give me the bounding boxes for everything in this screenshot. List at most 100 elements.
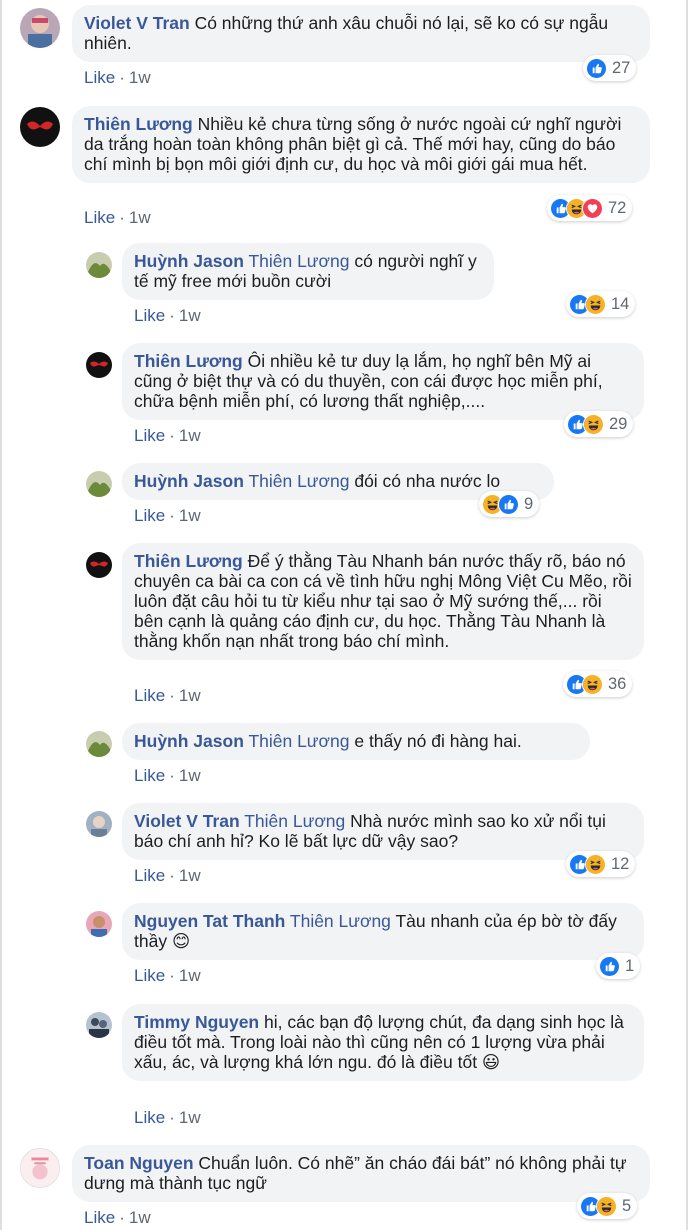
avatar-thien[interactable] bbox=[86, 352, 112, 378]
comment-actions: Like · 1w bbox=[134, 426, 201, 445]
reaction-summary[interactable]: 1 bbox=[596, 953, 641, 979]
reaction-count: 12 bbox=[611, 854, 630, 873]
like-button[interactable]: Like bbox=[84, 68, 115, 87]
reaction-summary[interactable]: 36 bbox=[563, 671, 633, 697]
haha-reaction-icon bbox=[585, 853, 606, 875]
haha-reaction-icon bbox=[585, 293, 606, 315]
like-button[interactable]: Like bbox=[84, 208, 115, 227]
comment-author[interactable]: Thiên Lương bbox=[84, 114, 193, 134]
reply-bubble: Timmy Nguyen hi, các bạn độ lượng chút, … bbox=[122, 1004, 644, 1081]
comment-thread: Violet V Tran Có những thứ anh xâu chuỗi… bbox=[0, 0, 688, 1230]
reaction-summary[interactable]: 27 bbox=[583, 55, 637, 81]
comment-actions: Like · 1w bbox=[134, 1108, 201, 1127]
comment-actions: Like · 1w bbox=[84, 68, 151, 87]
comment-actions: Like · 1w bbox=[134, 686, 201, 705]
comment-actions: Like · 1w bbox=[84, 1208, 151, 1227]
comment-time[interactable]: 1w bbox=[129, 1208, 151, 1227]
haha-reaction-icon bbox=[596, 1195, 617, 1217]
comment-author[interactable]: Violet V Tran bbox=[84, 13, 190, 33]
reply-bubble: Thiên Lương Ôi nhiều kẻ tư duy lạ lắm, h… bbox=[122, 343, 644, 420]
comment-author[interactable]: Huỳnh Jason bbox=[134, 251, 244, 271]
comment-time[interactable]: 1w bbox=[179, 766, 201, 785]
like-reaction-icon bbox=[586, 57, 607, 79]
reaction-summary[interactable]: 5 bbox=[577, 1193, 638, 1219]
reaction-summary[interactable]: 12 bbox=[566, 851, 636, 877]
like-button[interactable]: Like bbox=[134, 866, 165, 885]
comment-actions: Like · 1w bbox=[134, 506, 201, 525]
comment-actions: Like · 1w bbox=[134, 306, 201, 325]
avatar-huynh[interactable] bbox=[86, 731, 112, 757]
mention-link[interactable]: Thiên Lương bbox=[244, 811, 345, 831]
like-button[interactable]: Like bbox=[84, 1208, 115, 1227]
reaction-count: 9 bbox=[524, 494, 534, 513]
comment-author[interactable]: Nguyen Tat Thanh bbox=[134, 911, 285, 931]
reaction-count: 29 bbox=[609, 414, 628, 433]
reaction-count: 5 bbox=[622, 1196, 632, 1215]
comment-author[interactable]: Timmy Nguyen bbox=[134, 1012, 259, 1032]
reaction-count: 72 bbox=[608, 198, 627, 217]
reaction-summary[interactable]: 72 bbox=[547, 195, 633, 221]
like-reaction-icon bbox=[599, 955, 620, 977]
avatar-huynh[interactable] bbox=[86, 252, 112, 278]
avatar-violet[interactable] bbox=[86, 811, 112, 837]
mention-link[interactable]: Thiên Lương bbox=[290, 911, 391, 931]
comment-bubble: Toan Nguyen Chuẩn luôn. Có nhẽ” ăn cháo … bbox=[72, 1145, 650, 1202]
comment-actions: Like · 1w bbox=[134, 766, 201, 785]
comment-time[interactable]: 1w bbox=[179, 1108, 201, 1127]
comment-author[interactable]: Thiên Lương bbox=[134, 551, 243, 571]
reply-bubble: Violet V Tran Thiên Lương Nhà nước mình … bbox=[122, 803, 644, 860]
like-button[interactable]: Like bbox=[134, 766, 165, 785]
haha-reaction-icon bbox=[582, 673, 603, 695]
comment-actions: Like · 1w bbox=[134, 966, 201, 985]
like-button[interactable]: Like bbox=[134, 966, 165, 985]
mention-link[interactable]: Thiên Lương bbox=[248, 731, 349, 751]
reaction-count: 27 bbox=[612, 58, 631, 77]
comment-bubble: Violet V Tran Có những thứ anh xâu chuỗi… bbox=[72, 5, 650, 62]
comment-time[interactable]: 1w bbox=[179, 686, 201, 705]
comment-author[interactable]: Huỳnh Jason bbox=[134, 731, 244, 751]
reaction-count: 36 bbox=[608, 674, 627, 693]
avatar-toan[interactable] bbox=[20, 1148, 60, 1188]
comment-text: đói có nha nước lo bbox=[354, 471, 501, 491]
avatar-violet[interactable] bbox=[20, 8, 60, 48]
comment-author[interactable]: Huỳnh Jason bbox=[134, 471, 244, 491]
like-reaction-icon bbox=[498, 493, 519, 515]
comment-bubble: Thiên Lương Nhiều kẻ chưa từng sống ở nư… bbox=[72, 106, 650, 183]
avatar-huynh[interactable] bbox=[86, 471, 112, 497]
avatar-timmy[interactable] bbox=[86, 1012, 112, 1038]
comment-time[interactable]: 1w bbox=[129, 208, 151, 227]
comment-time[interactable]: 1w bbox=[179, 306, 201, 325]
like-button[interactable]: Like bbox=[134, 1108, 165, 1127]
reply-bubble: Huỳnh Jason Thiên Lương có người nghĩ y … bbox=[122, 243, 494, 300]
comment-author[interactable]: Toan Nguyen bbox=[84, 1153, 194, 1173]
avatar-nguyen[interactable] bbox=[86, 911, 112, 937]
comment-author[interactable]: Thiên Lương bbox=[134, 351, 243, 371]
avatar-thien[interactable] bbox=[86, 552, 112, 578]
comment-actions: Like · 1w bbox=[134, 866, 201, 885]
avatar-thien[interactable] bbox=[20, 107, 60, 147]
like-button[interactable]: Like bbox=[134, 426, 165, 445]
reply-bubble: Huỳnh Jason Thiên Lương e thấy nó đi hàn… bbox=[122, 723, 590, 760]
comment-text: e thấy nó đi hàng hai. bbox=[354, 731, 522, 751]
like-button[interactable]: Like bbox=[134, 506, 165, 525]
mention-link[interactable]: Thiên Lương bbox=[248, 471, 349, 491]
like-button[interactable]: Like bbox=[134, 686, 165, 705]
comment-actions: Like · 1w bbox=[84, 208, 151, 227]
mention-link[interactable]: Thiên Lương bbox=[248, 251, 349, 271]
reaction-summary[interactable]: 9 bbox=[479, 491, 540, 517]
comment-author[interactable]: Violet V Tran bbox=[134, 811, 240, 831]
reply-bubble: Thiên Lương Để ý thằng Tàu Nhanh bán nướ… bbox=[122, 543, 644, 660]
comment-time[interactable]: 1w bbox=[179, 426, 201, 445]
comment-time[interactable]: 1w bbox=[129, 68, 151, 87]
like-button[interactable]: Like bbox=[134, 306, 165, 325]
reaction-summary[interactable]: 14 bbox=[566, 291, 636, 317]
haha-reaction-icon bbox=[583, 413, 604, 435]
comment-time[interactable]: 1w bbox=[179, 866, 201, 885]
comment-time[interactable]: 1w bbox=[179, 966, 201, 985]
reply-bubble: Nguyen Tat Thanh Thiên Lương Tàu nhanh c… bbox=[122, 903, 644, 960]
reaction-count: 14 bbox=[611, 294, 630, 313]
comment-time[interactable]: 1w bbox=[179, 506, 201, 525]
reaction-count: 1 bbox=[625, 956, 635, 975]
love-reaction-icon bbox=[582, 197, 603, 219]
reaction-summary[interactable]: 29 bbox=[564, 411, 634, 437]
